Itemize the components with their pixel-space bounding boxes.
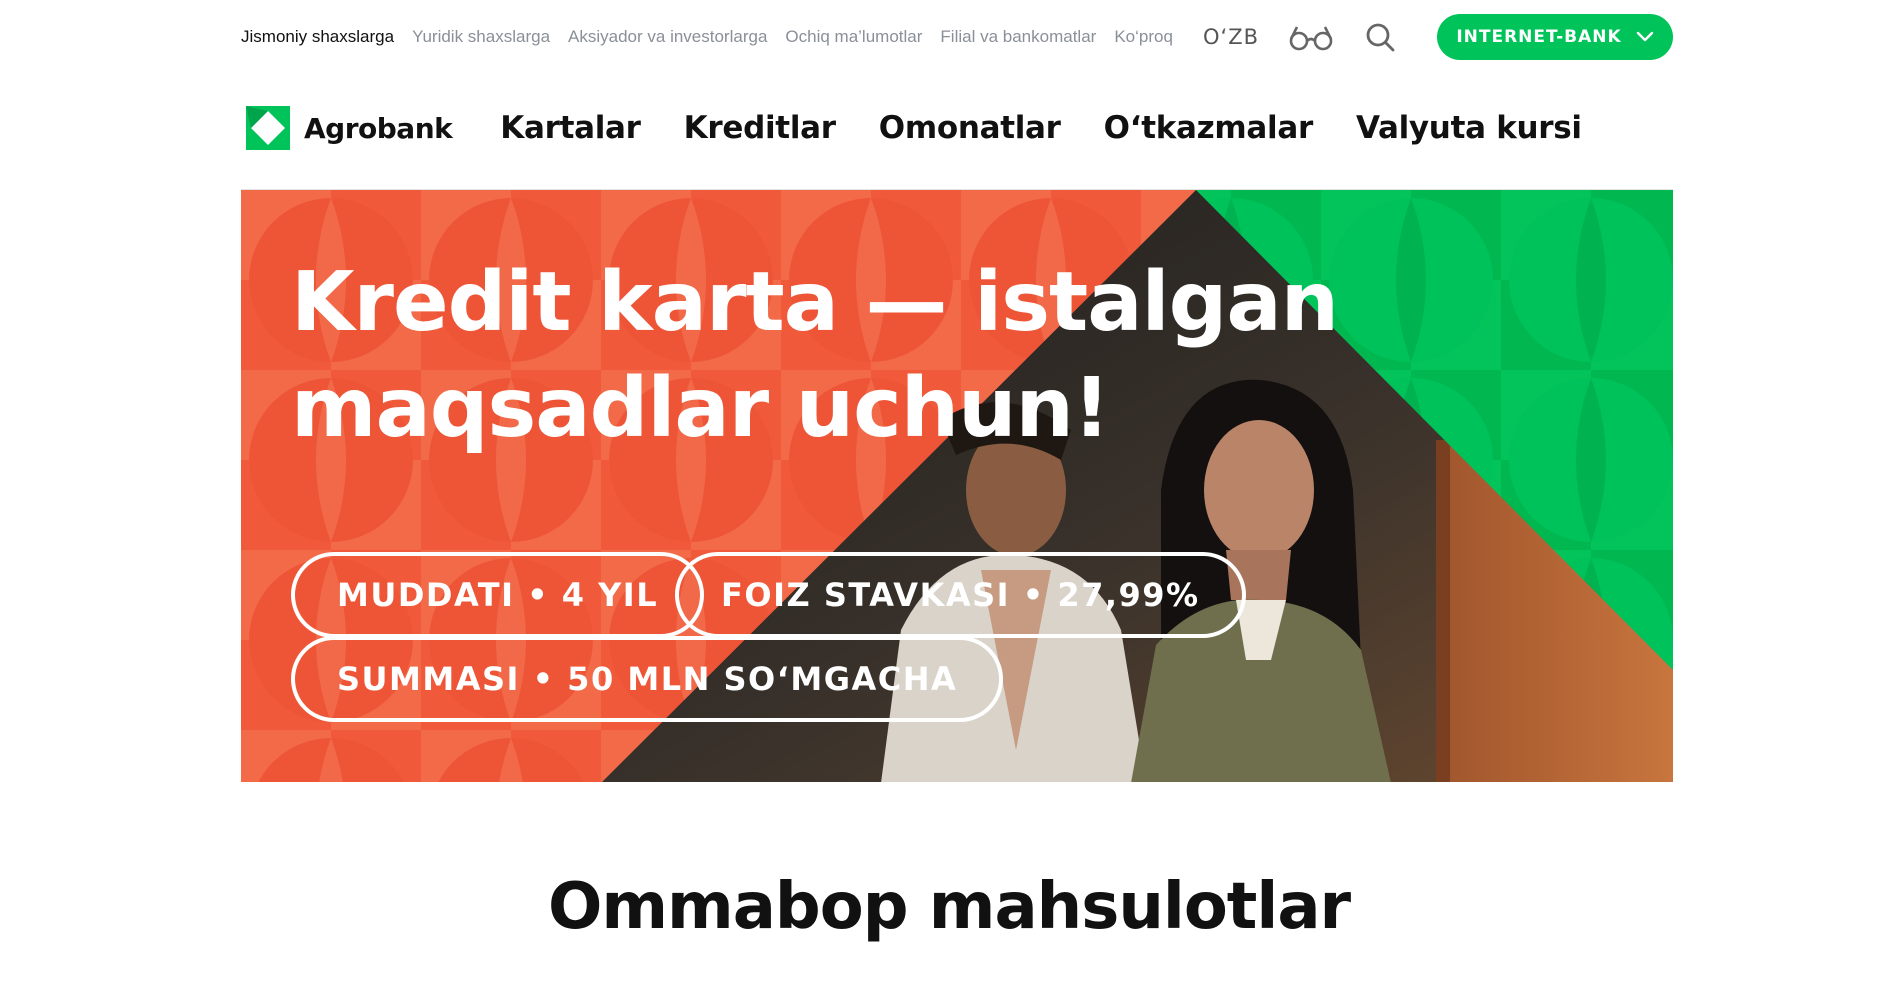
top-right-controls: O‘ZB INTERNET-BANK bbox=[1203, 14, 1673, 60]
nav-item-transfers[interactable]: O‘tkazmalar bbox=[1104, 110, 1314, 146]
hero-title: Kredit karta — istalgan maqsadlar uchun! bbox=[291, 250, 1441, 462]
pill-amount: SUMMASI • 50 MLN SO‘MGACHA bbox=[291, 636, 1004, 722]
popular-products-title: Ommabop mahsulotlar bbox=[547, 870, 1351, 944]
logo-mark-icon bbox=[246, 106, 290, 150]
hero-banner[interactable]: Kredit karta — istalgan maqsadlar uchun!… bbox=[241, 189, 1673, 782]
segment-shareholders-investors[interactable]: Aksiyador va investorlarga bbox=[568, 27, 767, 47]
audience-segments: Jismoniy shaxslarga Yuridik shaxslarga A… bbox=[241, 27, 1191, 47]
segment-branches-atms[interactable]: Filial va bankomatlar bbox=[940, 27, 1096, 47]
hero-title-line-1: Kredit karta — istalgan bbox=[291, 255, 1339, 350]
segment-open-data[interactable]: Ochiq ma’lumotlar bbox=[785, 27, 922, 47]
hero-title-line-2: maqsadlar uchun! bbox=[291, 361, 1110, 456]
language-switcher[interactable]: O‘ZB bbox=[1203, 25, 1259, 49]
pill-term: MUDDATI • 4 YIL bbox=[291, 552, 705, 638]
search-icon[interactable] bbox=[1365, 22, 1395, 52]
logo-text: Agrobank bbox=[304, 111, 453, 145]
segment-individuals[interactable]: Jismoniy shaxslarga bbox=[241, 27, 394, 47]
internet-bank-button[interactable]: INTERNET-BANK bbox=[1437, 14, 1673, 60]
agrobank-logo[interactable]: Agrobank bbox=[246, 106, 453, 150]
glasses-icon[interactable] bbox=[1287, 22, 1335, 52]
nav-item-deposits[interactable]: Omonatlar bbox=[879, 110, 1061, 146]
nav-item-exchange-rates[interactable]: Valyuta kursi bbox=[1356, 110, 1582, 146]
top-utility-bar: Jismoniy shaxslarga Yuridik shaxslarga A… bbox=[241, 0, 1673, 74]
pill-interest-rate: FOIZ STAVKASI • 27,99% bbox=[675, 552, 1246, 638]
nav-item-cards[interactable]: Kartalar bbox=[500, 110, 641, 146]
primary-nav-list: Kartalar Kreditlar Omonatlar O‘tkazmalar… bbox=[500, 110, 1582, 146]
segment-more[interactable]: Ko‘proq bbox=[1114, 27, 1173, 47]
segment-legal-entities[interactable]: Yuridik shaxslarga bbox=[412, 27, 550, 47]
main-navigation: Agrobank Kartalar Kreditlar Omonatlar O‘… bbox=[246, 104, 1582, 152]
nav-item-loans[interactable]: Kreditlar bbox=[684, 110, 836, 146]
internet-bank-label: INTERNET-BANK bbox=[1456, 27, 1622, 47]
chevron-down-icon bbox=[1636, 31, 1653, 42]
